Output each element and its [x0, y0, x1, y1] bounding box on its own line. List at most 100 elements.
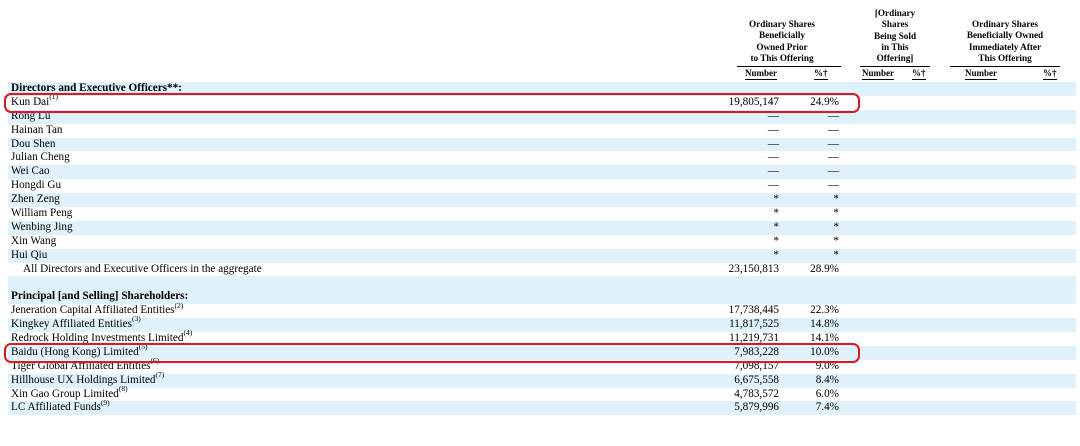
footnote-ref: (5)	[138, 342, 148, 352]
table-row: Xin Wang * *	[8, 235, 1076, 249]
holder-name: Xin Wang	[11, 235, 56, 249]
holder-name: Zhen Zeng	[11, 193, 60, 207]
header-line: Shares	[881, 19, 909, 30]
table-row: Tiger Global Affiliated Entities(6) 7,098…	[8, 357, 1076, 374]
table-header: Ordinary Shares Beneficially Owned Prior…	[0, 0, 1080, 80]
holder-name: Xin Gao Group Limited(8)	[11, 385, 128, 402]
header-line: Offering]	[876, 53, 914, 64]
shares-number: 11,817,525	[729, 318, 779, 331]
shares-number: 5,879,996	[734, 401, 779, 414]
footnote-ref: (3)	[131, 314, 141, 324]
table-row: Dou Shen — —	[8, 137, 1076, 152]
holder-name: Wei Cao	[11, 165, 50, 179]
shares-percent: *	[833, 234, 839, 247]
subheader-number-3: Number	[965, 68, 997, 80]
holder-name-text: Wei Cao	[11, 165, 50, 178]
header-line: to This Offering	[750, 52, 814, 63]
holder-name: Rong Lu	[11, 110, 50, 124]
shares-percent: 28.9%	[810, 262, 839, 275]
shares-percent: 9.0%	[815, 359, 839, 372]
shares-number: *	[773, 220, 779, 233]
shares-percent: 24.9%	[810, 95, 839, 108]
footnote-ref: (7)	[155, 369, 165, 379]
shares-percent: 10.0%	[810, 345, 839, 358]
header-line: Immediately After	[968, 41, 1042, 52]
shares-number: —	[767, 151, 779, 164]
footnote-ref: (6)	[150, 356, 160, 366]
holder-name-text: William Peng	[11, 207, 73, 220]
shares-number: —	[767, 165, 779, 178]
holder-name-text: Dou Shen	[11, 137, 56, 150]
header-line: This Offering	[978, 52, 1032, 63]
shares-percent: 22.3%	[810, 304, 839, 317]
holder-name: Hongdi Gu	[11, 179, 61, 193]
shares-percent: —	[827, 123, 839, 136]
holder-name: Kingkey Affiliated Entities(3)	[11, 315, 141, 332]
spacer-row	[8, 276, 1076, 291]
holder-name: Principal [and Selling] Shareholders:	[11, 290, 188, 304]
table-row: Kingkey Affiliated Entities(3) 11,817,525…	[8, 315, 1076, 333]
footnote-ref: (1)	[49, 92, 58, 102]
table-row: Baidu (Hong Kong) Limited(5) 7,983,228 10.…	[8, 343, 1076, 360]
footnote-ref: (8)	[118, 383, 128, 393]
table-row: Hongdi Gu — —	[8, 179, 1076, 193]
shares-number: *	[773, 248, 779, 261]
shares-number: 23,150,813	[728, 262, 779, 275]
holder-name-text: Tiger Global Affiliated Entities	[11, 359, 151, 372]
shares-number: —	[767, 109, 779, 122]
shares-number: 7,098,157	[734, 359, 779, 372]
header-being-sold: [Ordinary Shares Being Sold in This Offe…	[860, 8, 930, 64]
holder-name-text: Redrock Holding Investments Limited	[11, 332, 184, 345]
header-after-offering: Ordinary Shares Beneficially Owned Immed…	[950, 19, 1060, 64]
shares-percent: *	[833, 207, 839, 220]
holder-name: Kun Dai(1)	[11, 93, 58, 110]
ownership-table-body: Directors and Executive Officers**: Kun D…	[8, 82, 1076, 416]
holder-name-text: Hainan Tan	[11, 123, 63, 136]
table-row: Hui Qiu * *	[8, 248, 1076, 263]
table-row: Zhen Zeng * *	[8, 193, 1076, 208]
header-line: [Ordinary	[874, 8, 916, 18]
holder-name-text: Kun Dai	[11, 95, 50, 108]
holder-name-text: Directors and Executive Officers**:	[11, 82, 182, 94]
shares-percent: *	[833, 248, 839, 261]
subheader-number-1: Number	[745, 68, 777, 80]
holder-name-text: All Directors and Executive Officers in …	[23, 262, 262, 275]
footnote-ref: (4)	[183, 328, 193, 338]
holder-name-text: Jeneration Capital Affiliated Entities	[11, 304, 175, 317]
holder-name: Hui Qiu	[11, 249, 47, 263]
shares-number: *	[773, 193, 779, 206]
shares-number: 4,783,572	[734, 387, 779, 400]
shares-number: 11,219,731	[729, 332, 779, 345]
holder-name-text: Principal [and Selling] Shareholders:	[11, 290, 189, 303]
shares-percent: 14.1%	[810, 332, 839, 345]
holder-name-text: Hui Qiu	[11, 248, 48, 261]
holder-name: Dou Shen	[11, 138, 55, 152]
table-row: Jeneration Capital Affiliated Entities(2…	[8, 301, 1076, 318]
header-line: Ordinary Shares	[972, 19, 1038, 29]
header-line: Beneficially Owned	[966, 30, 1044, 41]
header-rule-2	[860, 66, 930, 67]
holder-name: Redrock Holding Investments Limited(4)	[11, 329, 192, 346]
holder-name-text: Kingkey Affiliated Entities	[11, 318, 132, 331]
holder-name-text: Xin Wang	[11, 234, 57, 247]
section-header-row: Directors and Executive Officers**:	[8, 82, 1076, 96]
holder-name: All Directors and Executive Officers in …	[23, 263, 262, 277]
holder-name-text: Wenbing Jing	[11, 220, 73, 233]
holder-name: LC Affiliated Funds(9)	[11, 399, 110, 415]
subheader-pct-1: %†	[814, 68, 828, 80]
shares-percent: —	[827, 151, 839, 164]
table-row: Kun Dai(1) 19,805,147 24.9%	[8, 93, 1076, 110]
holder-name: Directors and Executive Officers**:	[11, 82, 182, 96]
holder-name-text: Rong Lu	[11, 109, 51, 122]
holder-name: Tiger Global Affiliated Entities(6)	[11, 357, 159, 374]
shares-percent: *	[833, 193, 839, 206]
shares-percent: 8.4%	[815, 373, 839, 386]
header-line: Being Sold	[873, 30, 917, 41]
header-prior-offering: Ordinary Shares Beneficially Owned Prior…	[730, 19, 834, 64]
holder-name: Jeneration Capital Affiliated Entities(2…	[11, 301, 183, 318]
table-row: Xin Gao Group Limited(8) 4,783,572 6.0%	[8, 385, 1076, 402]
table-row: Julian Cheng — —	[8, 151, 1076, 165]
header-rule-3	[950, 66, 1060, 67]
table-row: Hainan Tan — —	[8, 124, 1076, 138]
shares-number: —	[767, 137, 779, 150]
